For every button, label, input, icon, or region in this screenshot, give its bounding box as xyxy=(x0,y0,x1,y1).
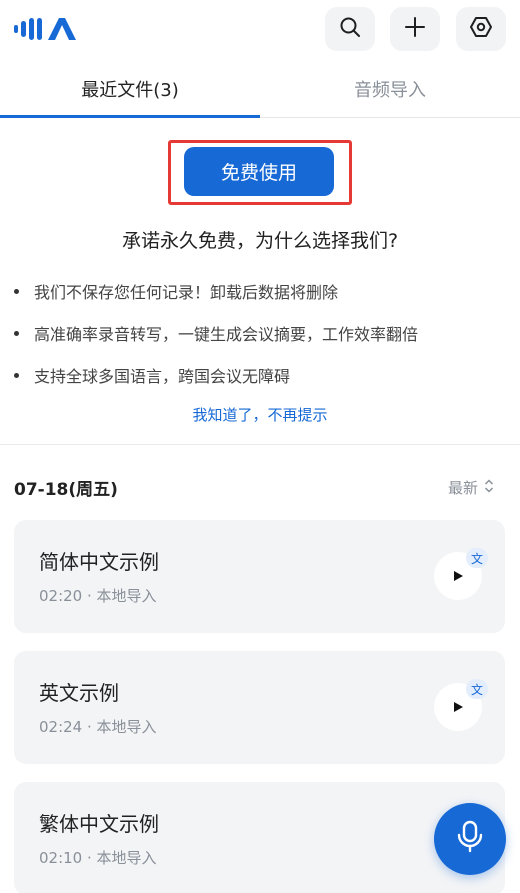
tab-bar: 最近文件(3) 音频导入 xyxy=(0,60,520,118)
search-button[interactable] xyxy=(325,7,375,51)
bullet-dot-icon xyxy=(14,373,19,378)
file-card[interactable]: 简体中文示例 02:20 · 本地导入 文 xyxy=(14,520,505,633)
promo-bullet-text: 我们不保存您任何记录！卸载后数据将删除 xyxy=(34,283,339,302)
promo-bullet: 我们不保存您任何记录！卸载后数据将删除 xyxy=(14,270,514,312)
date-label: 07-18(周五) xyxy=(14,480,118,500)
settings-hex-icon xyxy=(469,15,493,43)
promo-banner: 免费使用 承诺永久免费，为什么选择我们? 我们不保存您任何记录！卸载后数据将删除… xyxy=(0,118,520,445)
top-bar xyxy=(0,0,520,60)
play-icon xyxy=(452,567,464,586)
promo-bullet: 高准确率录音转写，一键生成会议摘要，工作效率翻倍 xyxy=(14,312,514,354)
search-icon xyxy=(339,16,361,42)
file-title: 简体中文示例 xyxy=(39,550,159,574)
file-title: 繁体中文示例 xyxy=(39,812,159,836)
free-use-button[interactable]: 免费使用 xyxy=(184,147,334,196)
plus-icon xyxy=(404,16,426,42)
file-card[interactable]: 繁体中文示例 02:10 · 本地导入 xyxy=(14,782,505,893)
transcript-badge: 文 xyxy=(466,679,488,699)
tab-audio-import[interactable]: 音频导入 xyxy=(260,60,520,118)
transcript-badge: 文 xyxy=(466,548,488,568)
promo-title: 承诺永久免费，为什么选择我们? xyxy=(121,230,399,252)
file-meta: 02:24 · 本地导入 xyxy=(39,718,157,736)
file-card[interactable]: 英文示例 02:24 · 本地导入 文 xyxy=(14,651,505,764)
bullet-dot-icon xyxy=(14,289,19,294)
add-button[interactable] xyxy=(390,7,440,51)
settings-button[interactable] xyxy=(456,7,506,51)
dismiss-link[interactable]: 我知道了，不再提示 xyxy=(0,404,520,425)
file-title: 英文示例 xyxy=(39,681,119,705)
tab-recent-files[interactable]: 最近文件(3) xyxy=(0,60,260,118)
play-icon xyxy=(452,698,464,717)
microphone-icon xyxy=(455,820,485,858)
promo-bullet-text: 支持全球多国语言，跨国会议无障碍 xyxy=(34,367,291,386)
sort-dropdown[interactable]: 最新 xyxy=(448,477,494,498)
sort-label: 最新 xyxy=(448,479,479,497)
record-button[interactable] xyxy=(434,803,506,875)
file-meta: 02:20 · 本地导入 xyxy=(39,587,157,605)
bullet-dot-icon xyxy=(14,331,19,336)
promo-bullets: 我们不保存您任何记录！卸载后数据将删除 高准确率录音转写，一键生成会议摘要，工作… xyxy=(14,270,514,396)
promo-bullet: 支持全球多国语言，跨国会议无障碍 xyxy=(14,354,514,396)
file-meta: 02:10 · 本地导入 xyxy=(39,849,157,867)
mia-logo-icon xyxy=(12,14,80,44)
sort-chevrons-icon xyxy=(484,478,494,497)
date-group-header: 07-18(周五) 最新 xyxy=(0,465,520,509)
promo-bullet-text: 高准确率录音转写，一键生成会议摘要，工作效率翻倍 xyxy=(34,325,419,344)
